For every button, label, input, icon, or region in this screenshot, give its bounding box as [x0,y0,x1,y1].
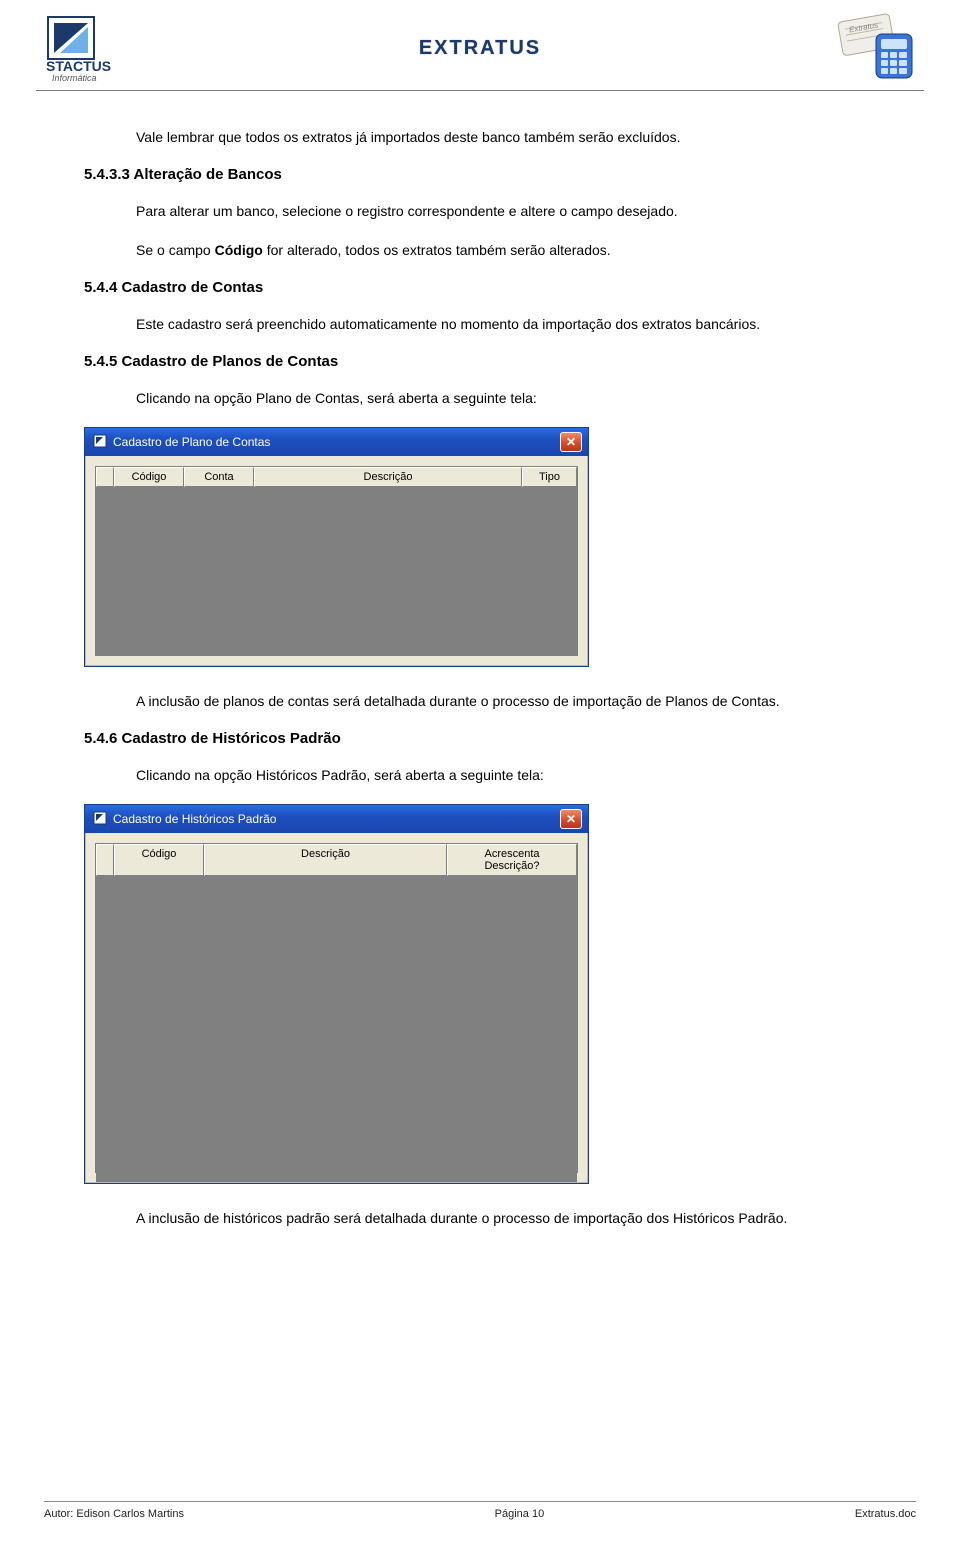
grid-header-row: Código Descrição Acrescenta Descrição? [96,844,577,876]
window-historicos-padrao: Cadastro de Históricos Padrão ✕ Código D… [84,804,589,1184]
text: Clicando na opção Históricos Padrão, ser… [136,767,544,783]
window-body: Código Descrição Acrescenta Descrição? [85,833,588,1183]
heading-5-4-3-3: 5.4.3.3 Alteração de Bancos [84,166,876,183]
grid-header-row: Código Conta Descrição Tipo [96,467,577,487]
text: Clicando na opção Plano de Contas, será … [136,390,537,406]
paragraph: Clicando na opção Históricos Padrão, ser… [84,765,876,786]
grid-column-header[interactable]: Código [114,844,204,876]
text: Este cadastro será preenchido automatica… [136,316,760,332]
grid-column-header[interactable]: Tipo [522,467,577,487]
grid-row-selector-col [96,467,114,487]
paragraph: Clicando na opção Plano de Contas, será … [84,388,876,409]
grid-row-selector-col [96,844,114,876]
close-button[interactable]: ✕ [560,432,582,452]
svg-text:Informática: Informática [52,73,97,83]
data-grid[interactable]: Código Conta Descrição Tipo [95,466,578,656]
window-app-icon [93,434,107,451]
grid-column-header[interactable]: Acrescenta Descrição? [447,844,577,876]
page-header: STACTUS Informática EXTRATUS Extratus [0,0,960,90]
text: Para alterar um banco, selecione o regis… [136,203,678,219]
footer-file: Extratus.doc [855,1508,916,1520]
text: Vale lembrar que todos os extratos já im… [136,129,680,145]
close-icon: ✕ [566,435,576,449]
page-title: EXTRATUS [419,37,541,60]
window-titlebar[interactable]: Cadastro de Plano de Contas ✕ [85,428,588,456]
grid-column-header[interactable]: Conta [184,467,254,487]
paragraph: Se o campo Código for alterado, todos os… [84,240,876,261]
close-icon: ✕ [566,812,576,826]
footer-divider [44,1501,916,1502]
heading-5-4-6: 5.4.6 Cadastro de Históricos Padrão [84,730,876,747]
text: Se o campo [136,242,215,258]
grid-column-header[interactable]: Descrição [254,467,522,487]
paragraph: A inclusão de planos de contas será deta… [84,691,876,712]
page-footer: Autor: Edison Carlos Martins Página 10 E… [0,1501,960,1520]
data-grid[interactable]: Código Descrição Acrescenta Descrição? [95,843,578,1173]
svg-text:STACTUS: STACTUS [46,58,111,74]
window-title: Cadastro de Plano de Contas [113,435,270,449]
window-title: Cadastro de Históricos Padrão [113,812,276,826]
close-button[interactable]: ✕ [560,809,582,829]
paragraph: Vale lembrar que todos os extratos já im… [84,127,876,148]
heading-5-4-5: 5.4.5 Cadastro de Planos de Contas [84,353,876,370]
grid-column-header[interactable]: Descrição [204,844,447,876]
heading-5-4-4: 5.4.4 Cadastro de Contas [84,279,876,296]
extratus-calculator-icon: Extratus [834,12,920,84]
grid-column-header[interactable]: Código [114,467,184,487]
paragraph: A inclusão de históricos padrão será det… [84,1208,876,1229]
text: for alterado, todos os extratos também s… [263,242,611,258]
paragraph: Este cadastro será preenchido automatica… [84,314,876,335]
paragraph: Para alterar um banco, selecione o regis… [84,201,876,222]
footer-page: Página 10 [495,1508,545,1520]
text: A inclusão de históricos padrão será det… [136,1210,787,1226]
text-bold: Código [215,242,263,258]
footer-author: Autor: Edison Carlos Martins [44,1508,184,1520]
text: A inclusão de planos de contas será deta… [136,693,780,709]
grid-body-empty [96,876,577,1182]
window-titlebar[interactable]: Cadastro de Históricos Padrão ✕ [85,805,588,833]
window-plano-de-contas: Cadastro de Plano de Contas ✕ Código Con… [84,427,589,667]
document-body: Vale lembrar que todos os extratos já im… [0,91,960,1229]
grid-body-empty [96,487,577,653]
logo-stactus: STACTUS Informática [40,13,126,83]
window-app-icon [93,811,107,828]
window-body: Código Conta Descrição Tipo [85,456,588,666]
